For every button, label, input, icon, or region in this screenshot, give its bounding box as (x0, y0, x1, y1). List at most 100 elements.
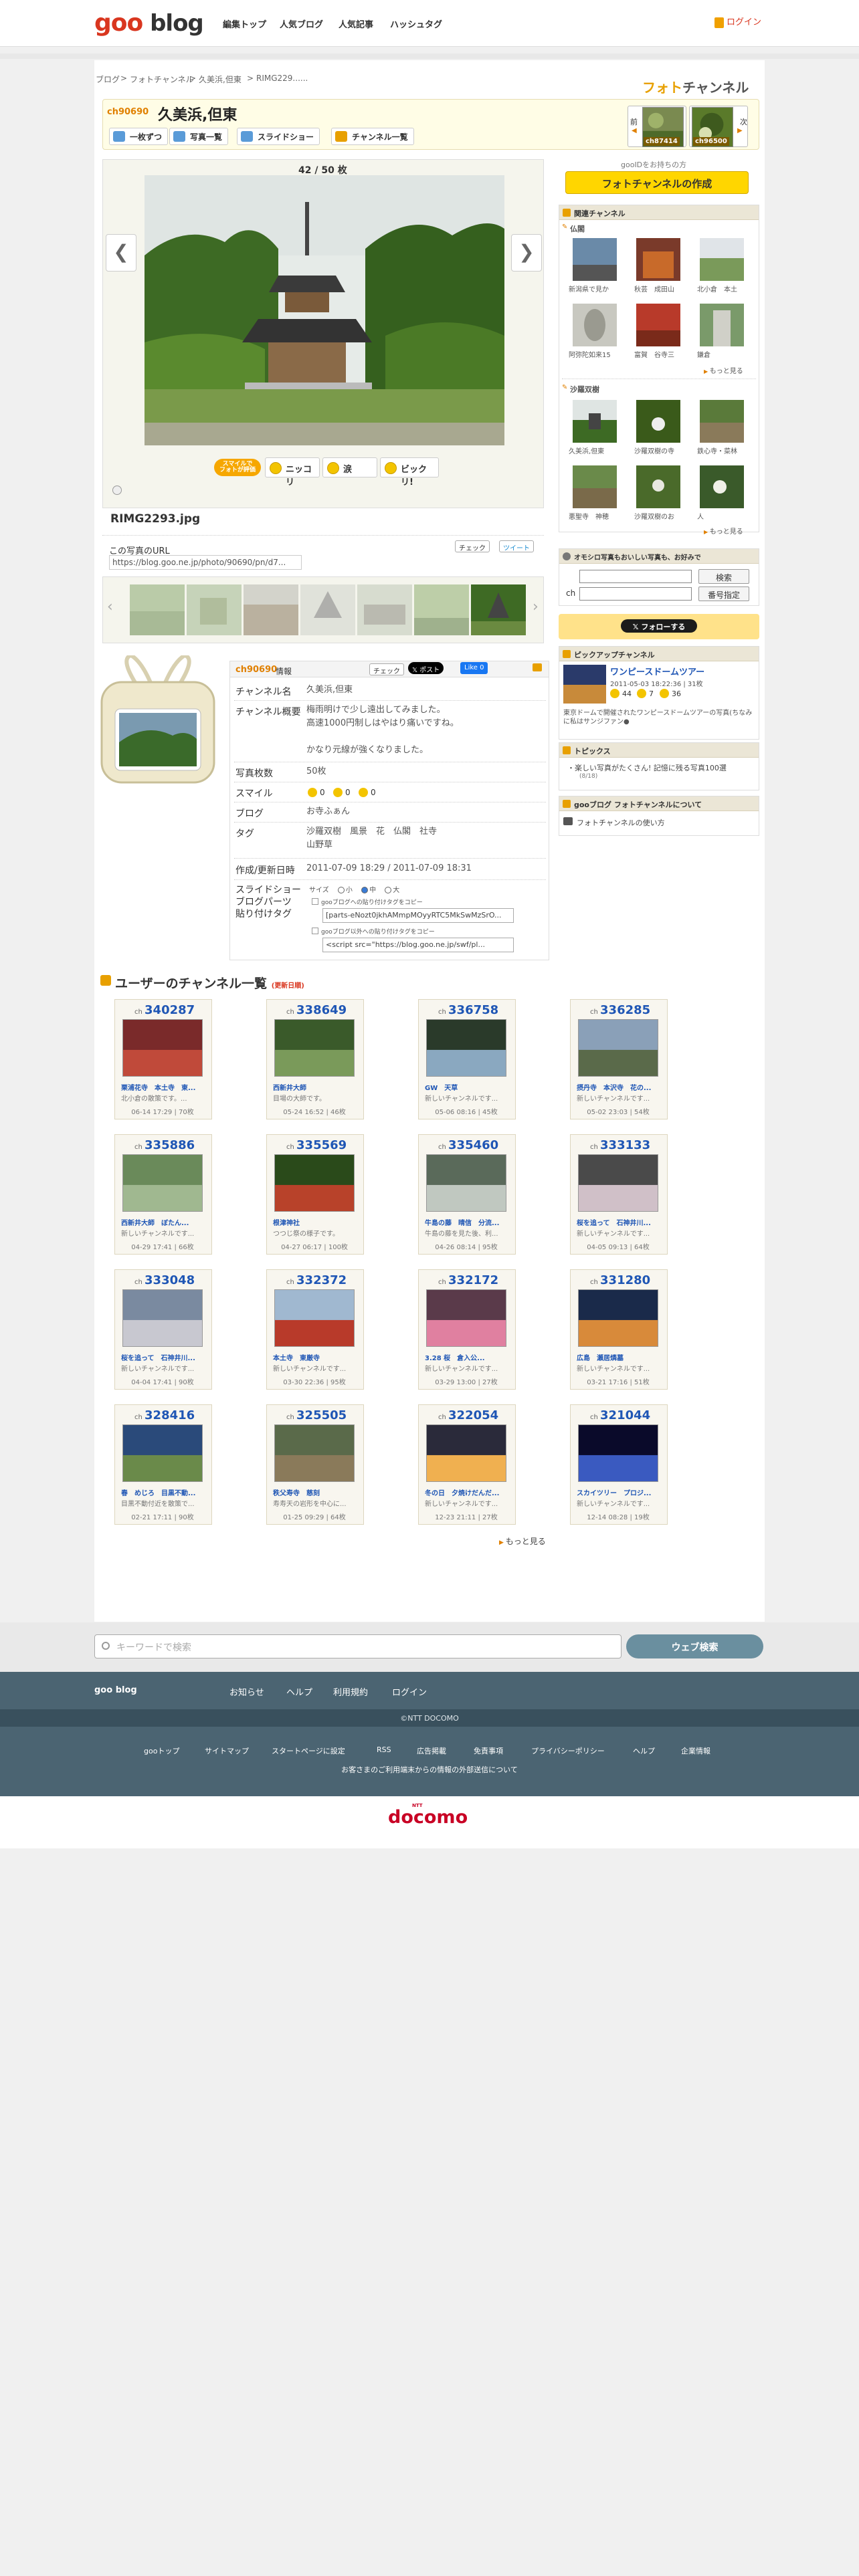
strip-thumbnail[interactable] (300, 584, 355, 635)
footer-goo-top-link[interactable]: gooトップ (144, 1745, 179, 1756)
breadcrumb-blog[interactable]: ブログ (96, 74, 120, 85)
info-check-button[interactable]: チェック (369, 663, 404, 675)
footer-notice-link[interactable]: お客さまのご利用端末からの情報の外部送信について (254, 1764, 605, 1775)
user-channel-thumbnail[interactable] (122, 1289, 203, 1347)
footer-sitemap-link[interactable]: サイトマップ (205, 1745, 249, 1756)
user-channel-number[interactable]: ch 336758 (438, 1003, 498, 1017)
user-channel-thumbnail[interactable] (274, 1019, 355, 1077)
breadcrumb-channel[interactable]: 久美浜,但東 (199, 74, 242, 85)
post-button[interactable]: 𝕏 ポスト (408, 662, 444, 674)
user-channel-thumbnail[interactable] (274, 1424, 355, 1482)
copy-icon[interactable] (312, 898, 318, 905)
user-channel-thumbnail[interactable] (578, 1154, 658, 1212)
breadcrumb-photo-channel[interactable]: フォトチャンネル (130, 74, 194, 85)
user-channel-number[interactable]: ch 332172 (438, 1273, 498, 1287)
topics-item[interactable]: ・楽しい写真がたくさん! 記憶に残る写真100選 (567, 762, 727, 773)
strip-thumbnail[interactable] (244, 584, 298, 635)
user-channel-thumbnail[interactable] (274, 1154, 355, 1212)
number-search-button[interactable]: 番号指定 (698, 586, 749, 601)
keyword-search-input[interactable] (579, 570, 692, 583)
user-channel-thumbnail[interactable] (426, 1289, 506, 1347)
related-thumbnail[interactable] (636, 400, 680, 443)
next-photo-button[interactable]: ❯ (511, 234, 542, 272)
facebook-like-button[interactable]: Like 0 (460, 662, 488, 674)
user-channel-title[interactable]: 春 めじろ 目黒不動... (121, 1487, 204, 1497)
user-channel-number[interactable]: ch 322054 (438, 1408, 498, 1422)
strip-next-icon[interactable]: › (533, 599, 539, 615)
user-channel-title[interactable]: 栗浦花寺 本土寺 東... (121, 1082, 204, 1092)
user-channel-number[interactable]: ch 328416 (134, 1408, 195, 1422)
channel-number-input[interactable] (579, 587, 692, 601)
related-thumbnail[interactable] (700, 400, 744, 443)
user-channel-thumbnail[interactable] (426, 1019, 506, 1077)
related-thumbnail[interactable] (636, 304, 680, 346)
size-large-radio[interactable] (385, 887, 392, 893)
related-thumbnail[interactable] (636, 465, 680, 508)
user-channel-title[interactable]: 桜を追って 石神井川... (577, 1217, 660, 1227)
user-channel-number[interactable]: ch 335886 (134, 1138, 195, 1152)
how-to-use-link[interactable]: フォトチャンネルの使い方 (577, 817, 665, 828)
user-channel-title[interactable]: 西新井大師 ぼたん... (121, 1217, 204, 1227)
docomo-logo[interactable]: NTT docomo (388, 1803, 468, 1828)
pickup-thumbnail[interactable] (563, 665, 606, 704)
user-channel-title[interactable]: 桜を追って 石神井川... (121, 1352, 204, 1362)
footer-login-link[interactable]: ログイン (392, 1685, 427, 1698)
related-more-link-1[interactable]: もっと見る (704, 365, 743, 375)
related-thumbnail[interactable] (573, 465, 617, 508)
login-link[interactable]: ログイン (714, 15, 761, 28)
view-single-button[interactable]: 一枚ずつ (109, 128, 169, 145)
footer-privacy-link[interactable]: プライバシーポリシー (531, 1745, 605, 1756)
related-thumbnail[interactable] (573, 304, 617, 346)
user-channel-thumbnail[interactable] (426, 1424, 506, 1482)
footer-startpage-link[interactable]: スタートページに設定 (272, 1745, 345, 1756)
user-channel-thumbnail[interactable] (122, 1019, 203, 1077)
strip-thumbnail[interactable] (130, 584, 185, 635)
user-channel-number[interactable]: ch 336285 (590, 1003, 650, 1017)
user-channel-thumbnail[interactable] (122, 1154, 203, 1212)
follow-button[interactable]: 𝕏 フォローする (621, 619, 697, 633)
user-channel-title[interactable]: 本土寺 東厳寺 (273, 1352, 356, 1362)
external-blog-tag-field[interactable]: <script src="https://blog.goo.ne.jp/swf/… (322, 938, 514, 952)
mail-icon[interactable] (533, 663, 542, 671)
user-channel-number[interactable]: ch 332372 (286, 1273, 347, 1287)
smile-tears-button[interactable]: 涙 (322, 457, 377, 477)
related-thumbnail[interactable] (636, 238, 680, 281)
user-channel-number[interactable]: ch 335460 (438, 1138, 498, 1152)
photo-list-button[interactable]: 写真一覧 (169, 128, 229, 145)
footer-help-link[interactable]: ヘルプ (286, 1685, 312, 1698)
user-channel-number[interactable]: ch 335569 (286, 1138, 347, 1152)
user-channel-number[interactable]: ch 325505 (286, 1408, 347, 1422)
user-channel-thumbnail[interactable] (122, 1424, 203, 1482)
user-channel-number[interactable]: ch 321044 (590, 1408, 650, 1422)
strip-thumbnail[interactable] (187, 584, 242, 635)
nav-edit-top[interactable]: 編集トップ (223, 17, 266, 30)
footer-search-input[interactable]: キーワードで検索 (94, 1634, 622, 1658)
smile-surprise-button[interactable]: ビックリ! (380, 457, 439, 488)
info-tags[interactable]: 沙羅双樹 風景 花 仏閣 社寺 山野草 (306, 825, 437, 852)
footer-help2-link[interactable]: ヘルプ (633, 1745, 655, 1756)
user-channel-title[interactable]: スカイツリー プロジ... (577, 1487, 660, 1497)
footer-rss-link[interactable]: RSS (377, 1745, 391, 1754)
previous-photo-button[interactable]: ❮ (106, 234, 136, 272)
strip-thumbnail-current[interactable] (471, 584, 526, 635)
user-channel-title[interactable]: 摂丹寺 本沢寺 花の... (577, 1082, 660, 1092)
user-channel-title[interactable]: 根津神社 (273, 1217, 356, 1227)
user-channel-title[interactable]: GW 天草 (425, 1082, 508, 1092)
goo-blog-tag-field[interactable]: [parts-eNozt0jkhAMmpMOyyRTC5MkSwMzSrO... (322, 908, 514, 923)
related-thumbnail[interactable] (573, 400, 617, 443)
slideshow-button[interactable]: スライドショー (237, 128, 320, 145)
user-channel-number[interactable]: ch 331280 (590, 1273, 650, 1287)
web-search-button[interactable]: ウェブ検索 (626, 1634, 763, 1658)
nav-hashtag[interactable]: ハッシュタグ (390, 17, 442, 30)
user-channel-thumbnail[interactable] (274, 1289, 355, 1347)
photo-url-field[interactable]: https://blog.goo.ne.jp/photo/90690/pn/d7… (109, 555, 302, 570)
goo-blog-logo[interactable]: goo blog (94, 9, 204, 37)
smile-nikkori-button[interactable]: ニッコリ (265, 457, 320, 488)
strip-thumbnail[interactable] (414, 584, 469, 635)
user-channels-more-link[interactable]: もっと見る (499, 1535, 546, 1547)
pickup-channel-name[interactable]: ワンピースドームツアー (610, 665, 704, 677)
user-channel-number[interactable]: ch 333133 (590, 1138, 650, 1152)
footer-terms-link[interactable]: 利用規約 (333, 1685, 368, 1698)
tweet-button[interactable]: ツイート (499, 540, 534, 552)
related-thumbnail[interactable] (700, 238, 744, 281)
